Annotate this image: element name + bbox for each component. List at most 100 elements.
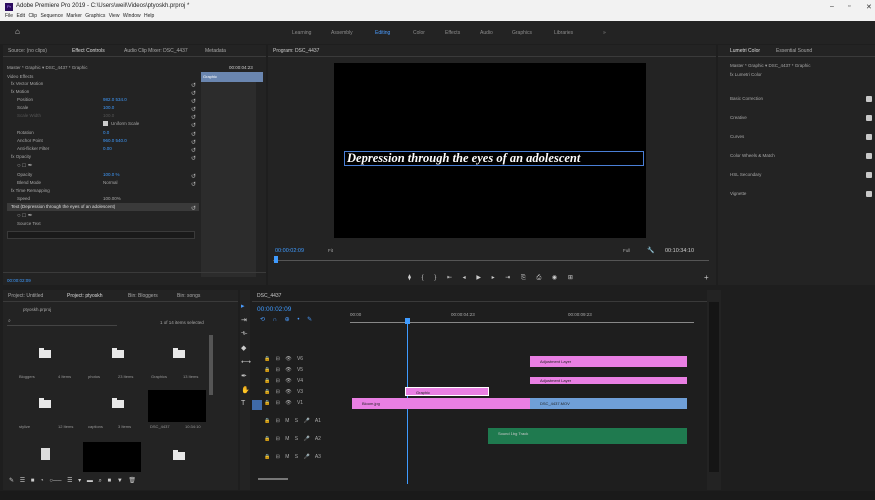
reset-icon[interactable]: ↺ — [191, 173, 196, 180]
tab-audio-clip-mixer[interactable]: Audio Clip Mixer: DSC_4437 — [124, 48, 188, 54]
bin-folder-icon[interactable] — [39, 348, 51, 358]
reset-icon[interactable]: ↺ — [191, 131, 196, 138]
track-header[interactable]: 🔒 ⊟ M S 🎤 A1 — [264, 418, 344, 429]
ripple-edit-tool-icon[interactable]: ⟛ — [241, 330, 247, 338]
clip-graphic[interactable]: Graphic — [405, 387, 489, 396]
maximize-icon[interactable]: ▫ — [848, 3, 850, 10]
ec-value-rotation[interactable]: 0.0 — [103, 130, 109, 135]
lumetri-creative[interactable]: Creative — [730, 115, 747, 120]
ec-row-time-remapping[interactable]: fx Time Remapping — [11, 188, 50, 193]
fit-dropdown[interactable]: Fit — [328, 248, 333, 253]
lumetri-hsl-secondary[interactable]: HSL Secondary — [730, 172, 761, 177]
tab-project-untitled[interactable]: Project: Untitled — [8, 293, 43, 299]
track-header[interactable]: 🔒 ⊟ 👁 V4 — [264, 378, 344, 389]
pen-tool-icon[interactable]: ✒ — [241, 372, 247, 380]
bin-folder-icon[interactable] — [39, 398, 51, 408]
project-search-field[interactable]: ⌕ — [7, 318, 117, 326]
wrench-icon[interactable]: 🔧 — [647, 247, 654, 254]
minimize-icon[interactable]: – — [830, 3, 834, 10]
lumetri-color-wheels[interactable]: Color Wheels & Match — [730, 153, 775, 158]
tab-metadata[interactable]: Metadata — [205, 48, 226, 54]
ec-value-opacity[interactable]: 100.0 % — [103, 172, 120, 177]
workspace-color[interactable]: Color — [413, 30, 425, 36]
razor-tool-icon[interactable]: ◆ — [241, 344, 246, 352]
tab-source[interactable]: Source: (no clips) — [8, 48, 47, 54]
reset-icon[interactable]: ↺ — [191, 90, 196, 97]
curves-checkbox[interactable] — [866, 134, 872, 140]
track-select-tool-icon[interactable]: ⇥ — [241, 316, 247, 324]
clip-bloom-jpg[interactable]: Bloom.jpg — [352, 398, 530, 409]
color-wheels-checkbox[interactable] — [866, 153, 872, 159]
menu-bar[interactable]: File Edit Clip Sequence Marker Graphics … — [5, 13, 154, 19]
reset-icon[interactable]: ↺ — [191, 82, 196, 89]
hand-tool-icon[interactable]: ✋ — [241, 386, 250, 394]
vignette-checkbox[interactable] — [866, 191, 872, 197]
reset-icon[interactable]: ↺ — [191, 139, 196, 146]
lumetri-vignette[interactable]: Vignette — [730, 191, 746, 196]
workspace-learning[interactable]: Learning — [292, 30, 311, 36]
mask-tools-icon[interactable]: ○ □ ✒ — [17, 162, 33, 169]
tab-essential-sound[interactable]: Essential Sound — [776, 48, 812, 54]
workspace-assembly[interactable]: Assembly — [331, 30, 353, 36]
workspace-audio[interactable]: Audio — [480, 30, 493, 36]
bin-folder-icon[interactable] — [173, 348, 185, 358]
lumetri-basic-correction[interactable]: Basic Correction — [730, 96, 763, 101]
workspace-effects[interactable]: Effects — [445, 30, 460, 36]
ec-row-vector-motion[interactable]: fx Vector Motion — [11, 81, 43, 86]
bin-folder-icon[interactable] — [173, 450, 185, 460]
program-scrub-bar[interactable] — [273, 260, 709, 261]
track-header[interactable]: 🔒 ⊟ 👁 V1 — [252, 400, 344, 411]
more-workspaces-icon[interactable]: » — [603, 30, 606, 36]
tab-bin-bloggers[interactable]: Bin: Bloggers — [128, 293, 158, 299]
timeline-zoom-scrollbar[interactable] — [258, 478, 288, 480]
selection-tool-icon[interactable]: ▸ — [241, 302, 245, 310]
uniform-scale-checkbox[interactable] — [103, 121, 108, 126]
tab-sequence[interactable]: DSC_4437 — [257, 293, 281, 299]
tab-bin-songs[interactable]: Bin: songs — [177, 293, 200, 299]
ec-row-text-layer[interactable]: Text (Depression through the eyes of an … — [11, 204, 115, 209]
reset-icon[interactable]: ↺ — [191, 147, 196, 154]
ec-row-motion[interactable]: fx Motion — [11, 89, 29, 94]
graphic-clip-bar[interactable]: Graphic — [201, 72, 263, 82]
program-playhead[interactable] — [274, 256, 278, 263]
tab-effect-controls[interactable]: Effect Controls — [72, 48, 105, 54]
track-header[interactable]: 🔒 ⊟ 👁 V3 — [264, 389, 344, 400]
lumetri-curves[interactable]: Curves — [730, 134, 744, 139]
workspace-libraries[interactable]: Libraries — [554, 30, 573, 36]
add-button-icon[interactable]: + — [704, 273, 709, 282]
program-video-frame[interactable]: Depression through the eyes of an adoles… — [334, 63, 646, 238]
home-icon[interactable]: ⌂ — [15, 27, 20, 36]
ec-value-position[interactable]: 982.0 534.0 — [103, 97, 127, 102]
caption-text[interactable]: Depression through the eyes of an adoles… — [347, 151, 580, 166]
workspace-editing[interactable]: Editing — [375, 30, 390, 36]
reset-icon[interactable]: ↺ — [191, 114, 196, 121]
clip-thumbnail[interactable] — [83, 442, 141, 472]
clip-adjustment-layer[interactable]: Adjustment Layer — [530, 356, 687, 367]
ec-value-anchor-point[interactable]: 960.0 540.0 — [103, 138, 127, 143]
workspace-graphics[interactable]: Graphics — [512, 30, 532, 36]
track-header[interactable]: 🔒 ⊟ 👁 V6 — [264, 356, 344, 367]
source-patch-v1[interactable] — [252, 400, 262, 410]
clip-dsc-4437[interactable]: DSC_4437.MOV — [530, 398, 687, 409]
close-icon[interactable]: ✕ — [866, 3, 872, 11]
file-icon[interactable] — [41, 448, 50, 460]
lumetri-fx-label[interactable]: fx Lumetri Color — [730, 72, 762, 77]
reset-icon[interactable]: ↺ — [191, 106, 196, 113]
reset-icon[interactable]: ↺ — [191, 122, 196, 129]
tab-program[interactable]: Program: DSC_4437 — [273, 48, 319, 54]
work-area-bar[interactable] — [350, 322, 694, 323]
effect-controls-header[interactable]: Master * Graphic ▾ DSC_4437 * Graphic — [7, 65, 88, 71]
clip-audio-track[interactable]: Sound 1bg Track — [488, 428, 687, 444]
ec-value-anti-flicker[interactable]: 0.00 — [103, 146, 112, 151]
ec-value-speed[interactable]: 100.00% — [103, 196, 121, 201]
sequence-thumbnail[interactable] — [148, 390, 206, 422]
timeline-timecode[interactable]: 00:00:02:09 — [257, 306, 291, 313]
ec-value-blend-mode[interactable]: Normal — [103, 180, 118, 185]
timeline-tools[interactable]: ⟲ ∩ ⊕ • ✎ — [260, 316, 312, 323]
project-scrollbar[interactable] — [209, 335, 213, 395]
creative-checkbox[interactable] — [866, 115, 872, 121]
ec-value-scale[interactable]: 100.0 — [103, 105, 114, 110]
quality-dropdown[interactable]: Full — [623, 248, 630, 253]
type-tool-icon[interactable]: T — [241, 400, 245, 407]
ec-row-opacity-group[interactable]: fx Opacity — [11, 154, 31, 159]
